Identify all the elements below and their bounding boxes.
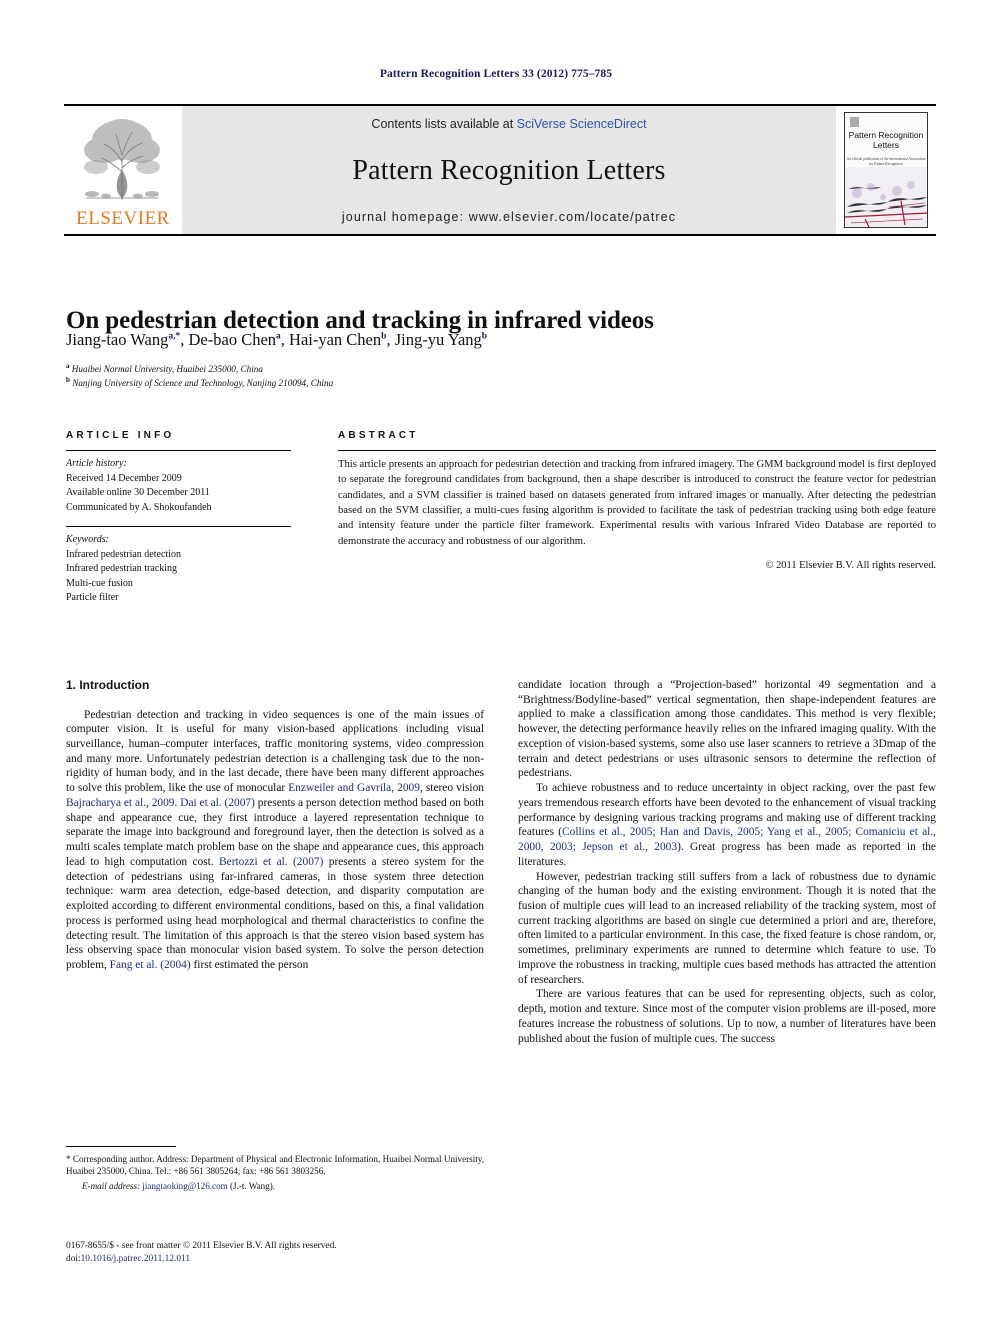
doi-label: doi: [66,1254,81,1265]
author-sep-2: , [280,330,290,349]
paragraph-intro-1: Pedestrian detection and tracking in vid… [66,708,484,973]
keyword-2: Multi-cue fusion [66,577,133,589]
abstract-copyright: © 2011 Elsevier B.V. All rights reserved… [765,560,936,572]
author-sep-3: , [386,330,395,349]
article-info-rule-mid [66,526,291,527]
abstract-heading: ABSTRACT [338,430,419,441]
body-column-left: 1. Introduction Pedestrian detection and… [66,678,484,973]
affiliation-b-text: Nanjing University of Science and Techno… [72,378,334,389]
email-label: E-mail address: [82,1180,141,1191]
footnote-block: * Corresponding author. Address: Departm… [66,1146,484,1192]
cover-corner-mark-icon [850,117,859,127]
paper-page: Pattern Recognition Letters 33 (2012) 77… [0,0,992,1323]
affiliation-a-text: Huaibei Normal University, Huaibei 23500… [71,364,263,375]
article-history-2: Communicated by A. Shokoufandeh [66,501,212,513]
author-3: Hai-yan Chen [289,330,382,349]
keyword-1: Infrared pedestrian tracking [66,563,178,574]
journal-homepage[interactable]: journal homepage: www.elsevier.com/locat… [342,210,676,224]
issn-copyright-line: 0167-8655/$ - see front matter © 2011 El… [66,1241,337,1251]
intro-text-e: presents a stereo system for the detecti… [66,855,484,971]
author-1-marker: a,* [168,331,181,342]
article-history-1: Available online 30 December 2011 [66,487,210,498]
running-head: Pattern Recognition Letters 33 (2012) 77… [379,68,613,80]
contents-available-line: Contents lists available at SciVerse Sci… [371,117,646,131]
author-2: De-bao Chen [188,330,277,349]
journal-cover-thumbnail: Pattern Recognition Letters An official … [836,106,936,234]
intro-text-f: first estimated the person [190,959,309,971]
journal-masthead: ELSEVIER Contents lists available at Sci… [64,104,936,236]
cover-title-line2: Letters [873,139,899,150]
author-1: Jiang-tao Wang [66,330,169,349]
article-history-label: Article history: [66,458,127,469]
article-info-heading: ARTICLE INFO [66,430,175,441]
cover-subtitle: An official publication of the Internati… [846,157,926,166]
keyword-0: Infrared pedestrian detection [66,548,181,560]
paragraph-right-4: There are various features that can be u… [518,988,936,1045]
affiliations: a Huaibei Normal University, Huaibei 235… [66,362,936,390]
article-history-0: Received 14 December 2009 [66,472,182,484]
keyword-3: Particle filter [66,592,119,603]
author-4: Jing-yu Yang [394,330,482,349]
article-info-column: ARTICLE INFO Article history: Received 1… [66,430,291,617]
abstract-text: This article presents an approach for pe… [338,459,936,547]
cover-title-line1: Pattern Recognition [848,130,924,140]
elsevier-tree-icon [84,119,160,200]
doi-link[interactable]: 10.1016/j.patrec.2011.12.011 [81,1254,190,1264]
article-history-block: Article history: Received 14 December 20… [66,457,291,515]
author-4-marker: b [481,331,488,342]
contents-prefix: Contents lists available at [371,117,517,131]
imprint-block: 0167-8655/$ - see front matter © 2011 El… [66,1240,566,1266]
doi-line: doi:10.1016/j.patrec.2011.12.011 [66,1253,566,1266]
paragraph-right-2: To achieve robustness and to reduce unce… [518,781,936,869]
paragraph-right-1: candidate location through a “Projection… [518,679,936,780]
keywords-block: Keywords: Infrared pedestrian detection … [66,533,291,606]
author-list: Jiang-tao Wanga,*, De-bao Chena, Hai-yan… [66,330,936,350]
elsevier-logo: ELSEVIER [64,106,182,234]
body-column-right: candidate location through a “Projection… [518,678,936,1046]
email-note: E-mail address: jiangtaoking@126.com (J.… [66,1180,484,1192]
affiliation-b-marker: b [66,376,70,385]
affiliation-a-marker: a [66,362,70,370]
citation-bajracharya[interactable]: Bajracharya et al., 2009 [66,797,175,809]
email-author: (J.-t. Wang). [229,1180,276,1191]
citation-fang[interactable]: Fang et al. (2004) [110,959,191,971]
intro-text-b: , stereo vision [419,782,484,795]
journal-title: Pattern Recognition Letters [352,154,666,186]
masthead-center: Contents lists available at SciVerse Sci… [182,106,836,234]
section-heading-introduction: 1. Introduction [66,678,150,692]
email-link[interactable]: jiangtaoking@126.com [142,1181,227,1191]
article-info-rule-top [66,450,291,451]
affiliation-a: a Huaibei Normal University, Huaibei 235… [66,362,936,376]
cover-title: Pattern Recognition Letters [845,130,927,150]
citation-dai[interactable]: Dai et al. (2007) [180,797,255,809]
footnote-rule [66,1146,176,1147]
abstract-rule [338,450,936,451]
author-sep-1: , [180,330,189,349]
elsevier-wordmark: ELSEVIER [76,208,170,229]
sciencedirect-link[interactable]: SciVerse ScienceDirect [517,117,647,131]
abstract-column: ABSTRACT This article presents an approa… [338,430,936,571]
keywords-label: Keywords: [66,534,109,545]
citation-bertozzi[interactable]: Bertozzi et al. (2007) [219,856,323,868]
citation-enzweiler[interactable]: Enzweiler and Gavrila, 2009 [288,782,420,794]
paragraph-right-3: However, pedestrian tracking still suffe… [518,870,936,986]
affiliation-b: b Nanjing University of Science and Tech… [66,376,936,390]
corresponding-author-note: * Corresponding author. Address: Departm… [66,1154,484,1177]
cover-artwork-icon [845,167,927,227]
